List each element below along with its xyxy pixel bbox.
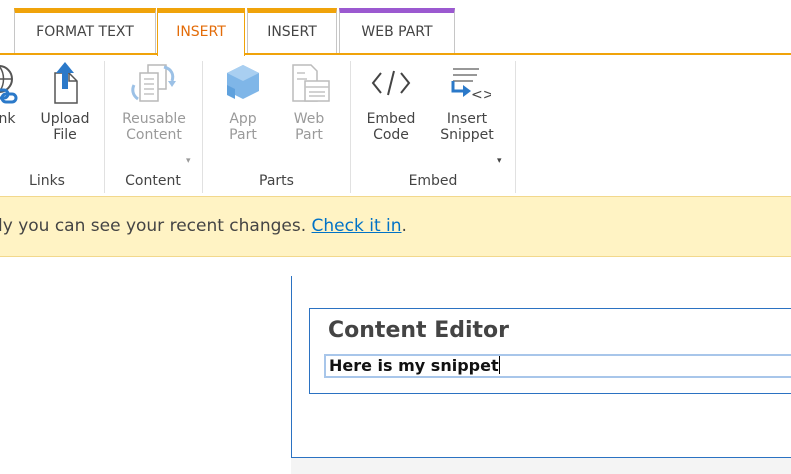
content-editor-web-part: Content Editor Here is my snippet bbox=[309, 308, 791, 394]
embed-code-label: Embed Code bbox=[366, 111, 416, 143]
upload-file-button[interactable]: Upload File bbox=[30, 61, 100, 143]
tab-insert-active[interactable]: INSERT bbox=[157, 8, 245, 56]
app-part-button[interactable]: App Part bbox=[217, 61, 269, 143]
reusable-content-label: Reusable Content bbox=[122, 111, 186, 143]
tab-web-part[interactable]: WEB PART bbox=[339, 8, 455, 55]
embed-code-icon bbox=[371, 70, 411, 96]
embed-code-button[interactable]: Embed Code bbox=[359, 61, 423, 143]
ribbon-tab-strip: FORMAT TEXT INSERT INSERT WEB PART bbox=[0, 0, 791, 56]
chevron-down-icon: ▾ bbox=[497, 156, 502, 166]
group-label-content: Content bbox=[125, 173, 181, 189]
group-label-embed: Embed bbox=[408, 173, 458, 189]
checkout-status-bar: ly you can see your recent changes. Chec… bbox=[0, 196, 791, 257]
status-text: ly you can see your recent changes. bbox=[0, 216, 312, 236]
content-editor-title: Content Editor bbox=[328, 318, 509, 343]
upload-file-icon bbox=[54, 62, 78, 104]
tab-format-text[interactable]: FORMAT TEXT bbox=[14, 8, 156, 55]
web-part-icon bbox=[292, 64, 330, 102]
reusable-content-icon bbox=[131, 64, 176, 102]
link-icon bbox=[0, 65, 18, 104]
text-cursor bbox=[498, 356, 500, 374]
ribbon: nk Upload File Links Reusable Content ▾ … bbox=[0, 55, 791, 195]
svg-text:<>: <> bbox=[471, 87, 491, 103]
app-part-icon bbox=[227, 65, 259, 99]
insert-snippet-icon: <> bbox=[451, 68, 491, 103]
link-button[interactable]: nk bbox=[0, 61, 24, 127]
insert-snippet-button[interactable]: <> Insert Snippet ▾ bbox=[431, 61, 503, 166]
ribbon-group-links: nk Upload File Links bbox=[0, 61, 105, 193]
reusable-content-button[interactable]: Reusable Content ▾ bbox=[112, 61, 196, 166]
status-suffix: . bbox=[401, 216, 407, 236]
web-part-button[interactable]: Web Part bbox=[281, 61, 337, 143]
chevron-down-icon: ▾ bbox=[186, 156, 191, 166]
group-label-parts: Parts bbox=[259, 173, 294, 189]
upload-file-label: Upload File bbox=[40, 111, 90, 143]
insert-snippet-label: Insert Snippet bbox=[440, 111, 494, 143]
ribbon-group-content: Reusable Content ▾ Content bbox=[104, 61, 203, 193]
content-editor-body[interactable]: Here is my snippet bbox=[324, 354, 791, 378]
group-label-links: Links bbox=[29, 173, 65, 189]
tab-insert[interactable]: INSERT bbox=[247, 8, 337, 55]
ribbon-group-parts: App Part Web Part Parts bbox=[203, 61, 351, 193]
web-part-label: Web Part bbox=[293, 111, 325, 143]
editor-text: Here is my snippet bbox=[329, 356, 499, 375]
ribbon-group-embed: Embed Code <> Insert Snippet ▾ Embed bbox=[351, 61, 516, 193]
app-part-label: App Part bbox=[229, 111, 257, 143]
status-message: ly you can see your recent changes. Chec… bbox=[0, 197, 407, 256]
zone-shadow bbox=[291, 458, 791, 474]
link-button-label: nk bbox=[0, 111, 16, 127]
check-in-link[interactable]: Check it in bbox=[312, 216, 402, 236]
